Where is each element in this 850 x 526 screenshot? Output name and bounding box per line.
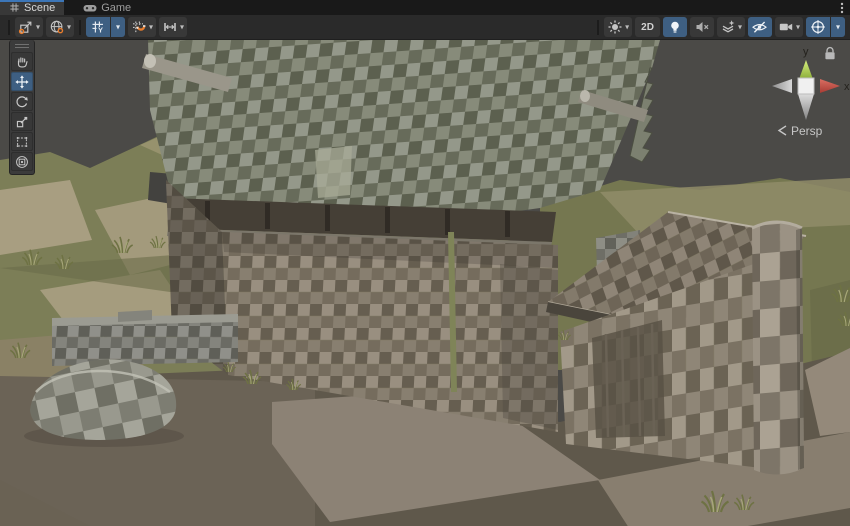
scene-toolbar: ▾ ▾ Y ▾ (0, 15, 850, 40)
gizmo-x-axis-cone[interactable] (820, 79, 840, 93)
tool-palette (9, 40, 35, 175)
chevron-down-icon: ▾ (67, 24, 71, 32)
grid-axis-icon: Y (90, 19, 106, 35)
tool-handle-orientation-button[interactable]: ▾ (46, 17, 74, 37)
gizmo-lock[interactable] (825, 48, 834, 60)
checkered-column (752, 222, 804, 475)
tab-game[interactable]: Game (74, 0, 140, 15)
chevron-down-icon: ▾ (836, 24, 840, 32)
gizmo-center-cube[interactable] (798, 78, 814, 94)
svg-text:Y: Y (98, 26, 103, 35)
rotate-icon (15, 95, 29, 109)
scale-icon (15, 115, 29, 129)
grid-visibility-dropdown[interactable]: ▾ (111, 17, 125, 37)
light-bulb-icon (667, 19, 683, 35)
toolbar-separator (79, 20, 81, 35)
toolbar-separator (597, 20, 599, 35)
scene-viewport[interactable]: y x Persp (0, 40, 850, 526)
gizmos-button[interactable] (806, 17, 830, 37)
lock-icon (827, 48, 833, 53)
chevron-down-icon: ▾ (149, 24, 153, 32)
globe-icon (49, 19, 65, 35)
gizmo-sphere-icon (810, 19, 826, 35)
rotate-tool-button[interactable] (11, 92, 33, 111)
sun-icon (607, 19, 623, 35)
scale-tool-button[interactable] (11, 112, 33, 131)
view-hand-tool-button[interactable] (11, 52, 33, 71)
palette-drag-handle[interactable] (10, 40, 34, 52)
unity-scene-window: Scene Game ▾ (0, 0, 850, 526)
gizmo-y-label: y (803, 46, 809, 58)
transform-tool-button[interactable] (11, 152, 33, 171)
gizmo-x-label: x (844, 81, 850, 93)
scene-grid-icon (9, 2, 20, 13)
window-menu-button[interactable] (834, 0, 850, 15)
effects-button[interactable]: ▾ (717, 17, 745, 37)
increment-snap-button[interactable]: ▾ (159, 17, 187, 37)
move-arrows-icon (15, 75, 29, 89)
chevron-down-icon: ▾ (180, 24, 184, 32)
chevron-down-icon: ▾ (116, 24, 120, 32)
camera-icon (778, 19, 794, 35)
camera-settings-button[interactable]: ▾ (775, 17, 803, 37)
tab-bar-spacer (140, 0, 834, 15)
toolbar-separator (8, 20, 10, 35)
gizmo-down-axis-cone[interactable] (798, 94, 814, 120)
chevron-down-icon: ▾ (625, 24, 629, 32)
gizmos-dropdown[interactable]: ▾ (831, 17, 845, 37)
mode-2d-button[interactable]: 2D (635, 17, 660, 37)
grid-snapping-button[interactable]: ▾ (128, 17, 156, 37)
audio-muted-icon (694, 19, 710, 35)
persp-chevron-icon (779, 126, 786, 135)
scene-lighting-button[interactable] (663, 17, 687, 37)
persp-label: Persp (791, 124, 823, 138)
pivot-rect-icon (18, 19, 34, 35)
kebab-menu-icon (840, 2, 844, 14)
chevron-down-icon: ▾ (36, 24, 40, 32)
gamepad-icon (83, 3, 97, 13)
eye-hidden-icon (751, 19, 768, 35)
gizmo-left-axis-cone[interactable] (772, 79, 792, 93)
rect-tool-icon (15, 135, 29, 149)
chevron-down-icon: ▾ (738, 24, 742, 32)
draw-mode-button[interactable]: ▾ (604, 17, 632, 37)
persp-toggle[interactable]: Persp (779, 124, 823, 138)
tab-game-label: Game (101, 2, 131, 14)
scene-render[interactable] (0, 40, 850, 526)
magnet-grid-icon (131, 19, 147, 35)
scene-audio-button[interactable] (690, 17, 714, 37)
grid-visibility-button[interactable]: Y (86, 17, 110, 37)
move-tool-button[interactable] (11, 72, 33, 91)
chevron-down-icon: ▾ (796, 24, 800, 32)
tab-scene-label: Scene (24, 2, 55, 14)
tab-bar: Scene Game (0, 0, 850, 15)
transform-icon (15, 155, 29, 169)
tool-handle-position-button[interactable]: ▾ (15, 17, 43, 37)
low-checkered-wall[interactable] (52, 310, 238, 366)
increment-snap-icon (162, 19, 178, 35)
rect-tool-button[interactable] (11, 132, 33, 151)
orientation-gizmo: y x Persp (746, 42, 850, 142)
mode-2d-label: 2D (638, 22, 657, 33)
hand-icon (15, 55, 29, 69)
tab-scene[interactable]: Scene (0, 0, 64, 15)
effects-layers-icon (720, 19, 736, 35)
scene-visibility-button[interactable] (748, 17, 772, 37)
